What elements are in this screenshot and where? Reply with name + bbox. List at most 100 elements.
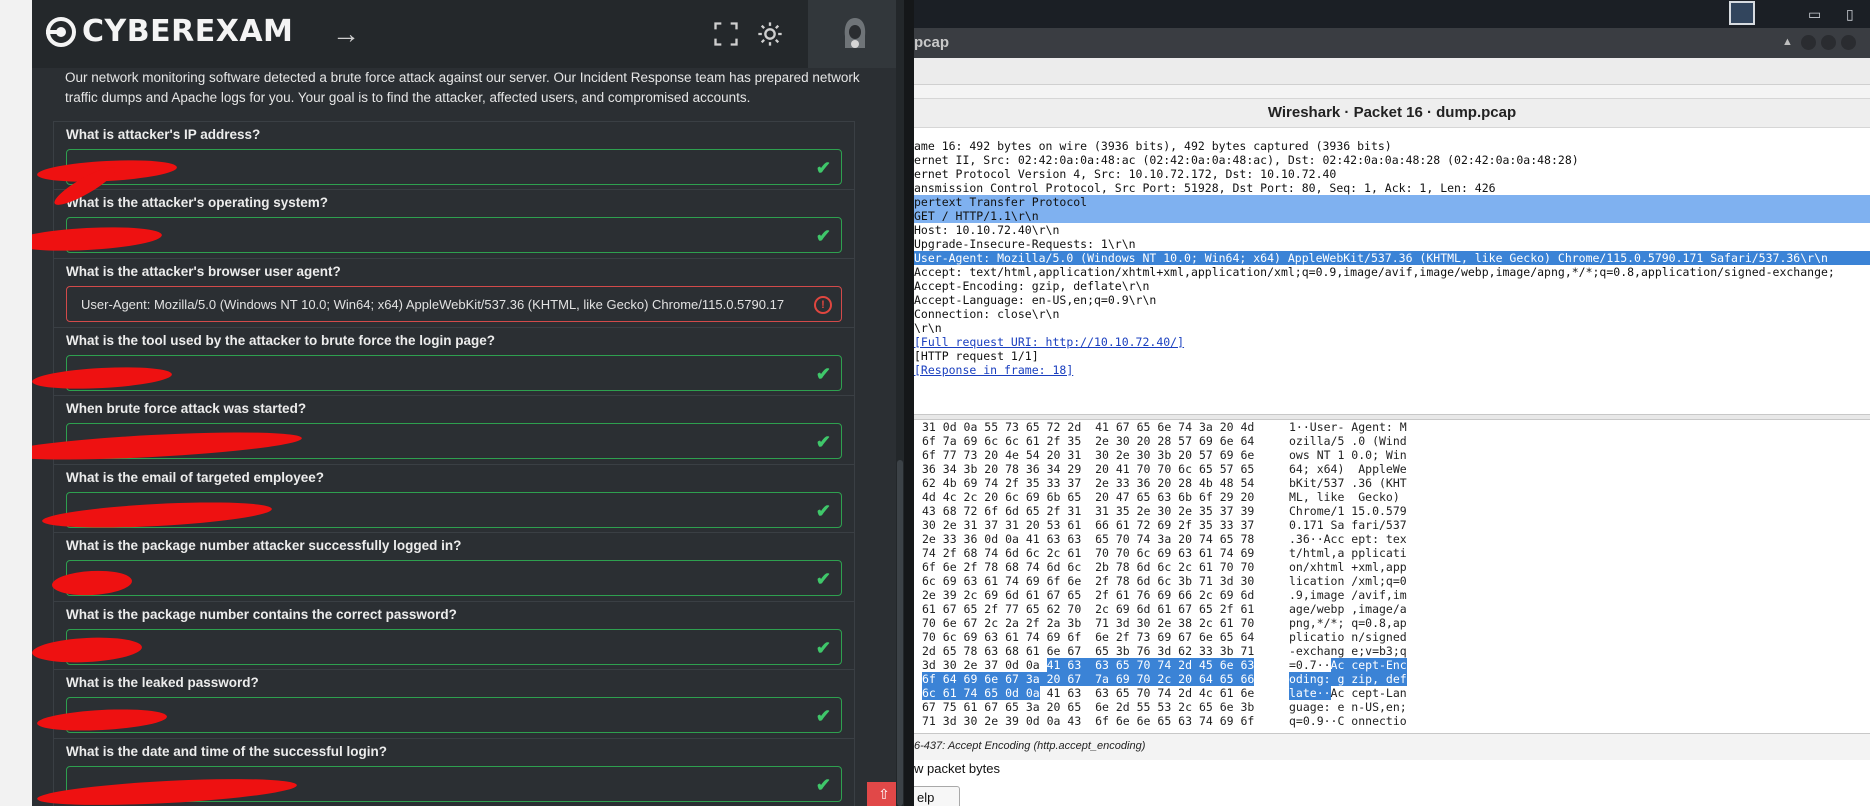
question-text: What is the email of targeted employee? — [66, 470, 325, 485]
check-icon: ✔ — [815, 706, 831, 726]
tree-row[interactable]: Accept: text/html,application/xhtml+xml,… — [914, 265, 1870, 279]
hex-bytes[interactable]: 2d 65 78 63 68 61 6e 67 65 3b 76 3d 62 3… — [922, 644, 1254, 658]
tree-row[interactable]: Host: 10.10.72.40\r\n — [914, 223, 1870, 237]
hex-bytes[interactable]: 6f 6e 2f 78 68 74 6d 6c 2b 78 6d 6c 2c 6… — [922, 560, 1254, 574]
hex-bytes[interactable]: 2e 39 2c 69 6d 61 67 65 2f 61 76 69 66 2… — [922, 588, 1254, 602]
packet-details-tree: ame 16: 492 bytes on wire (3936 bits), 4… — [914, 139, 1870, 411]
ascii-bytes[interactable]: =0.7··Ac cept-Enc — [1289, 658, 1407, 672]
tree-row[interactable]: Upgrade-Insecure-Requests: 1\r\n — [914, 237, 1870, 251]
hex-bytes[interactable]: 6f 64 69 6e 67 3a 20 67 7a 69 70 2c 20 6… — [922, 672, 1255, 686]
hex-bytes[interactable]: 70 6c 69 63 61 74 69 6f 6e 2f 73 69 67 6… — [922, 630, 1254, 644]
ascii-bytes[interactable]: 1··User- Agent: M — [1289, 420, 1407, 434]
arrow-right-icon[interactable]: → — [332, 18, 360, 50]
monitor-icon[interactable]: ▭ — [1808, 6, 1821, 23]
question-card-8: What is the package number contains the … — [53, 601, 855, 670]
lock-icon[interactable]: ▯ — [1846, 6, 1854, 23]
check-icon: ✔ — [815, 569, 831, 589]
ascii-bytes[interactable]: plicatio n/signed — [1289, 630, 1407, 644]
hex-bytes[interactable]: 3d 30 2e 37 0d 0a 41 63 63 65 70 74 2d 4… — [922, 658, 1255, 672]
question-card-7: What is the package number attacker succ… — [53, 532, 855, 601]
hex-bytes[interactable]: 61 67 65 2f 77 65 62 70 2c 69 6d 61 67 6… — [922, 602, 1254, 616]
fullscreen-icon[interactable] — [712, 20, 740, 48]
workspace-icon[interactable] — [1729, 1, 1755, 25]
filter-bar — [914, 85, 1870, 98]
question-card-2: What is the attacker's operating system?… — [53, 189, 855, 258]
window-controls[interactable] — [1801, 35, 1861, 55]
ascii-bytes[interactable]: Chrome/1 15.0.579 — [1289, 504, 1407, 518]
ascii-bytes[interactable]: late··Ac cept-Lan — [1289, 686, 1407, 700]
status-bar: 6-437: Accept Encoding (http.accept_enco… — [914, 733, 1870, 760]
hex-bytes[interactable]: 6f 77 73 20 4e 54 20 31 30 2e 30 3b 20 5… — [922, 448, 1254, 462]
hex-bytes[interactable]: 74 2f 68 74 6d 6c 2c 61 70 70 6c 69 63 6… — [922, 546, 1254, 560]
hex-bytes[interactable]: 30 2e 31 37 31 20 53 61 66 61 72 69 2f 3… — [922, 518, 1254, 532]
tree-row-selected[interactable]: User-Agent: Mozilla/5.0 (Windows NT 10.0… — [914, 251, 1870, 265]
tree-link[interactable]: [Full request URI: http://10.10.72.40/] — [914, 335, 1870, 349]
tree-row[interactable]: ansmission Control Protocol, Src Port: 5… — [914, 181, 1870, 195]
hex-bytes[interactable]: 70 6e 67 2c 2a 2f 2a 3b 71 3d 30 2e 38 2… — [922, 616, 1254, 630]
hex-bytes[interactable]: 6c 69 63 61 74 69 6f 6e 2f 78 6d 6c 3b 7… — [922, 574, 1254, 588]
ascii-bytes[interactable]: .36··Acc ept: tex — [1289, 532, 1407, 546]
question-text: What is the date and time of the success… — [66, 744, 388, 759]
answer-input[interactable]: User-Agent: Mozilla/5.0 (Windows NT 10.0… — [66, 286, 842, 322]
tree-row[interactable]: ernet Protocol Version 4, Src: 10.10.72.… — [914, 167, 1870, 181]
tree-row[interactable]: pertext Transfer Protocol — [914, 195, 1870, 209]
ascii-bytes[interactable]: ML, like Gecko) — [1289, 490, 1400, 504]
answer-value: User-Agent: Mozilla/5.0 (Windows NT 10.0… — [81, 297, 785, 312]
brand-logo[interactable]: CYBEREXAM — [44, 14, 293, 49]
tree-row[interactable]: [HTTP request 1/1] — [914, 349, 1870, 363]
tree-row[interactable]: ame 16: 492 bytes on wire (3936 bits), 4… — [914, 139, 1870, 153]
tree-row[interactable]: Accept-Language: en-US,en;q=0.9\r\n — [914, 293, 1870, 307]
hex-bytes[interactable]: 71 3d 30 2e 39 0d 0a 43 6f 6e 6e 65 63 7… — [922, 714, 1254, 728]
ascii-bytes[interactable]: png,*/*; q=0.8,ap — [1289, 616, 1407, 630]
hex-bytes[interactable]: 6f 7a 69 6c 6c 61 2f 35 2e 30 20 28 57 6… — [922, 434, 1254, 448]
caret-up-icon[interactable]: ▲ — [1782, 36, 1793, 48]
answer-input[interactable]: ✔ — [66, 355, 842, 391]
ascii-bytes[interactable]: guage: e n-US,en; — [1289, 700, 1407, 714]
ascii-bytes[interactable]: lication /xml;q=0 — [1289, 574, 1407, 588]
ascii-bytes[interactable]: 64; x64) AppleWe — [1289, 462, 1407, 476]
tree-row[interactable]: Connection: close\r\n — [914, 307, 1870, 321]
answer-input[interactable]: ✔ — [66, 697, 842, 733]
user-avatar-area[interactable] — [808, 0, 902, 68]
hex-bytes[interactable]: 36 34 3b 20 78 36 34 29 20 41 70 70 6c 6… — [922, 462, 1254, 476]
window-gutter — [0, 0, 32, 806]
scrollbar-thumb[interactable] — [897, 460, 903, 806]
hex-bytes[interactable]: 62 4b 69 74 2f 35 33 37 2e 33 36 20 28 4… — [922, 476, 1254, 490]
ascii-bytes[interactable]: oding: g zip, def — [1289, 672, 1407, 686]
tree-row[interactable]: ernet II, Src: 02:42:0a:0a:48:ac (02:42:… — [914, 153, 1870, 167]
check-icon: ✔ — [815, 501, 831, 521]
ascii-bytes[interactable]: ozilla/5 .0 (Wind — [1289, 434, 1407, 448]
tree-row[interactable]: \r\n — [914, 321, 1870, 335]
show-packet-bytes-toggle[interactable]: w packet bytes — [914, 761, 1000, 776]
ascii-bytes[interactable]: age/webp ,image/a — [1289, 602, 1407, 616]
hex-bytes[interactable]: 43 68 72 6f 6d 65 2f 31 31 35 2e 30 2e 3… — [922, 504, 1254, 518]
app-header: CYBEREXAM → — [32, 0, 902, 68]
hex-bytes[interactable]: 4d 4c 2c 20 6c 69 6b 65 20 47 65 63 6b 6… — [922, 490, 1254, 504]
answer-input[interactable]: ✔ — [66, 629, 842, 665]
ascii-bytes[interactable]: 0.171 Sa fari/537 — [1289, 518, 1407, 532]
check-icon: ✔ — [815, 638, 831, 658]
hex-bytes[interactable]: 6c 61 74 65 0d 0a 41 63 63 65 70 74 2d 4… — [922, 686, 1254, 700]
answer-input[interactable]: ✔ — [66, 149, 842, 185]
brand-name: CYBEREXAM — [82, 14, 294, 49]
help-button[interactable]: elp — [914, 786, 960, 806]
hex-bytes[interactable]: 31 0d 0a 55 73 65 72 2d 41 67 65 6e 74 3… — [922, 420, 1254, 434]
answer-input[interactable]: ✔ — [66, 560, 842, 596]
answer-input[interactable]: ✔ — [66, 217, 842, 253]
hex-bytes[interactable]: 67 75 61 67 65 3a 20 65 6e 2d 55 53 2c 6… — [922, 700, 1254, 714]
tree-link[interactable]: [Response in frame: 18] — [914, 363, 1870, 377]
logo-mark-icon — [46, 16, 76, 47]
tree-row[interactable]: GET / HTTP/1.1\r\n — [914, 209, 1870, 223]
tree-row[interactable]: Accept-Encoding: gzip, deflate\r\n — [914, 279, 1870, 293]
ascii-bytes[interactable]: ows NT 1 0.0; Win — [1289, 448, 1407, 462]
ascii-bytes[interactable]: t/html,a pplicati — [1289, 546, 1407, 560]
question-text: What is the attacker's browser user agen… — [66, 264, 341, 279]
ascii-bytes[interactable]: bKit/537 .36 (KHT — [1289, 476, 1407, 490]
ascii-bytes[interactable]: q=0.9··C onnectio — [1289, 714, 1407, 728]
left-scrollbar[interactable] — [896, 0, 904, 806]
theme-toggle-icon[interactable] — [756, 20, 784, 48]
ascii-bytes[interactable]: .9,image /avif,im — [1289, 588, 1407, 602]
hex-bytes[interactable]: 2e 33 36 0d 0a 41 63 63 65 70 74 3a 20 7… — [922, 532, 1254, 546]
ascii-bytes[interactable]: on/xhtml +xml,app — [1289, 560, 1407, 574]
ascii-bytes[interactable]: -exchang e;v=b3;q — [1289, 644, 1407, 658]
